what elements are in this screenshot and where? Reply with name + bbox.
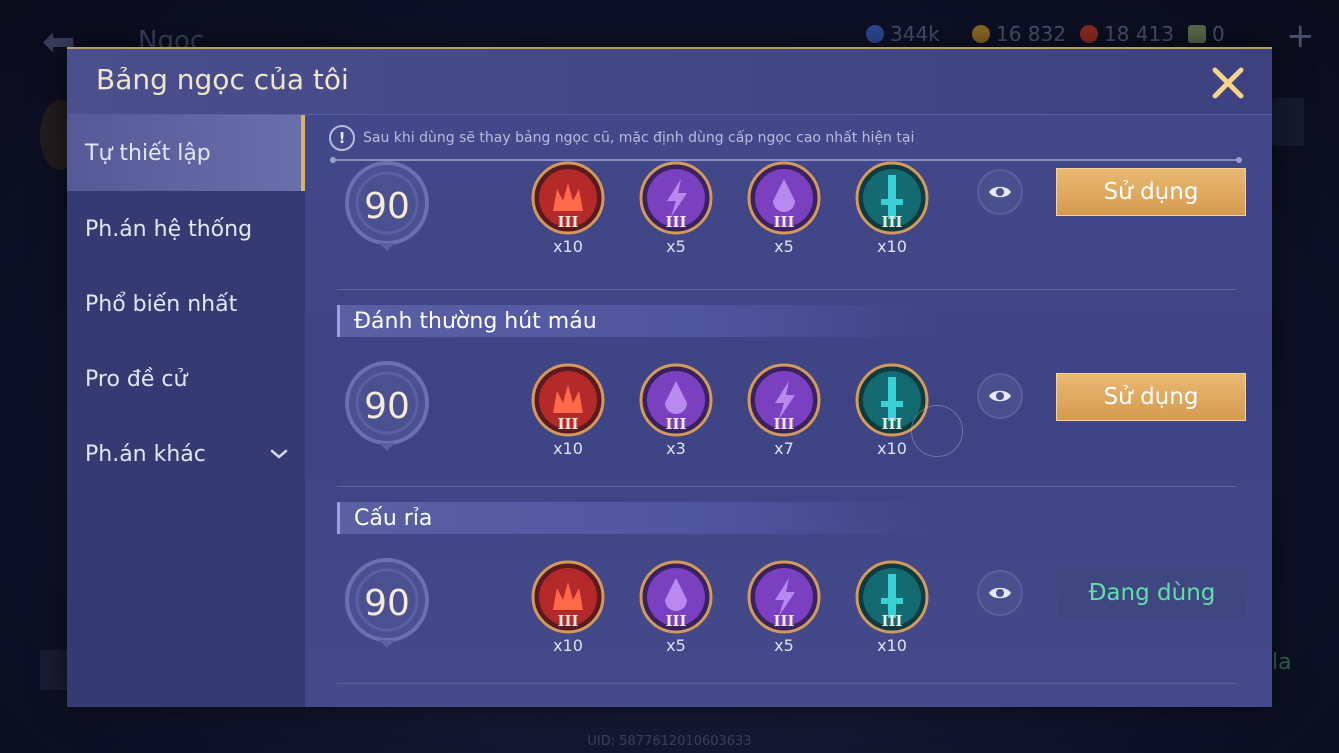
notice-bar: ! Sau khi dùng sẽ thay bảng ngọc cũ, mặc… — [329, 125, 914, 151]
add-resource-icon: + — [1286, 16, 1315, 56]
row-divider — [337, 683, 1237, 684]
uid-label: UID: 5877612010603633 — [587, 734, 752, 749]
background-right-text: la — [1272, 650, 1292, 675]
red-gem-icon — [1080, 25, 1098, 43]
gem-purple-lightning[interactable]: III x5 — [747, 560, 821, 656]
rune-set-row: 90 III x10 III x5 — [305, 161, 1272, 287]
rune-set-row: 90 III x10 III x5 — [305, 548, 1272, 668]
gem-red[interactable]: III x10 — [531, 560, 605, 656]
gem-purple-drop[interactable]: III x5 — [639, 560, 713, 656]
sidebar-item-most-popular[interactable]: Phổ biến nhất — [67, 266, 305, 342]
rune-list: ! Sau khi dùng sẽ thay bảng ngọc cũ, mặc… — [305, 115, 1272, 707]
notice-text: Sau khi dùng sẽ thay bảng ngọc cũ, mặc đ… — [363, 130, 915, 146]
preview-button[interactable] — [977, 373, 1023, 419]
use-button[interactable]: Sử dụng — [1056, 168, 1246, 216]
sidebar-item-system-plan[interactable]: Ph.án hệ thống — [67, 191, 305, 267]
sidebar-item-other-plans[interactable]: Ph.án khác — [67, 416, 305, 492]
resource-gold-coin: 16 832 — [972, 22, 1066, 46]
gem-teal-sword[interactable]: III x10 — [855, 161, 929, 257]
blue-coin-icon — [866, 25, 884, 43]
section-header: Đánh thường hút máu — [337, 305, 937, 337]
gold-coin-icon — [972, 25, 990, 43]
exclamation-icon: ! — [329, 125, 355, 151]
panel-title: Bảng ngọc của tôi — [96, 63, 349, 96]
gem-teal-sword[interactable]: III x10 — [855, 560, 929, 656]
section-header: Cấu rỉa — [337, 502, 937, 534]
rune-set-row: 90 III x10 III x3 III x7 III x10 Sử dụng — [305, 351, 1272, 471]
resource-red-gem: 18 413 — [1080, 22, 1174, 46]
panel-header: Bảng ngọc của tôi — [67, 49, 1272, 115]
preview-button[interactable] — [977, 570, 1023, 616]
close-button[interactable] — [1208, 63, 1248, 103]
close-icon — [1212, 67, 1244, 99]
sidebar: Tự thiết lập Ph.án hệ thống Phổ biến nhấ… — [67, 115, 305, 707]
eye-icon — [989, 186, 1011, 198]
eye-icon — [989, 587, 1011, 599]
in-use-button[interactable]: Đang dùng — [1058, 568, 1246, 618]
chevron-down-icon — [270, 449, 288, 459]
row-divider — [337, 289, 1237, 290]
resource-blue-coin: 344k — [866, 22, 940, 46]
level-badge: 90 — [339, 554, 435, 650]
rune-board-panel: Bảng ngọc của tôi Tự thiết lập Ph.án hệ … — [67, 47, 1272, 707]
gem-purple-lightning[interactable]: III x5 — [639, 161, 713, 257]
eye-icon — [989, 390, 1011, 402]
background-left-bar — [40, 650, 70, 690]
gem-purple-drop[interactable]: III x5 — [747, 161, 821, 257]
preview-button[interactable] — [977, 169, 1023, 215]
gem-purple-lightning[interactable]: III x7 — [747, 363, 821, 459]
background-right-bar — [1272, 98, 1304, 146]
level-badge: 90 — [339, 157, 435, 253]
gem-purple-drop[interactable]: III x3 — [639, 363, 713, 459]
sidebar-item-custom[interactable]: Tự thiết lập — [67, 115, 305, 191]
use-button[interactable]: Sử dụng — [1056, 373, 1246, 421]
level-badge: 90 — [339, 357, 435, 453]
sidebar-item-pro-recommended[interactable]: Pro đề cử — [67, 341, 305, 417]
gem-red[interactable]: III x10 — [531, 161, 605, 257]
resource-card: 0 — [1188, 22, 1225, 46]
gem-red[interactable]: III x10 — [531, 363, 605, 459]
row-divider — [337, 486, 1237, 487]
card-icon — [1188, 25, 1206, 43]
touch-indicator — [911, 405, 963, 457]
